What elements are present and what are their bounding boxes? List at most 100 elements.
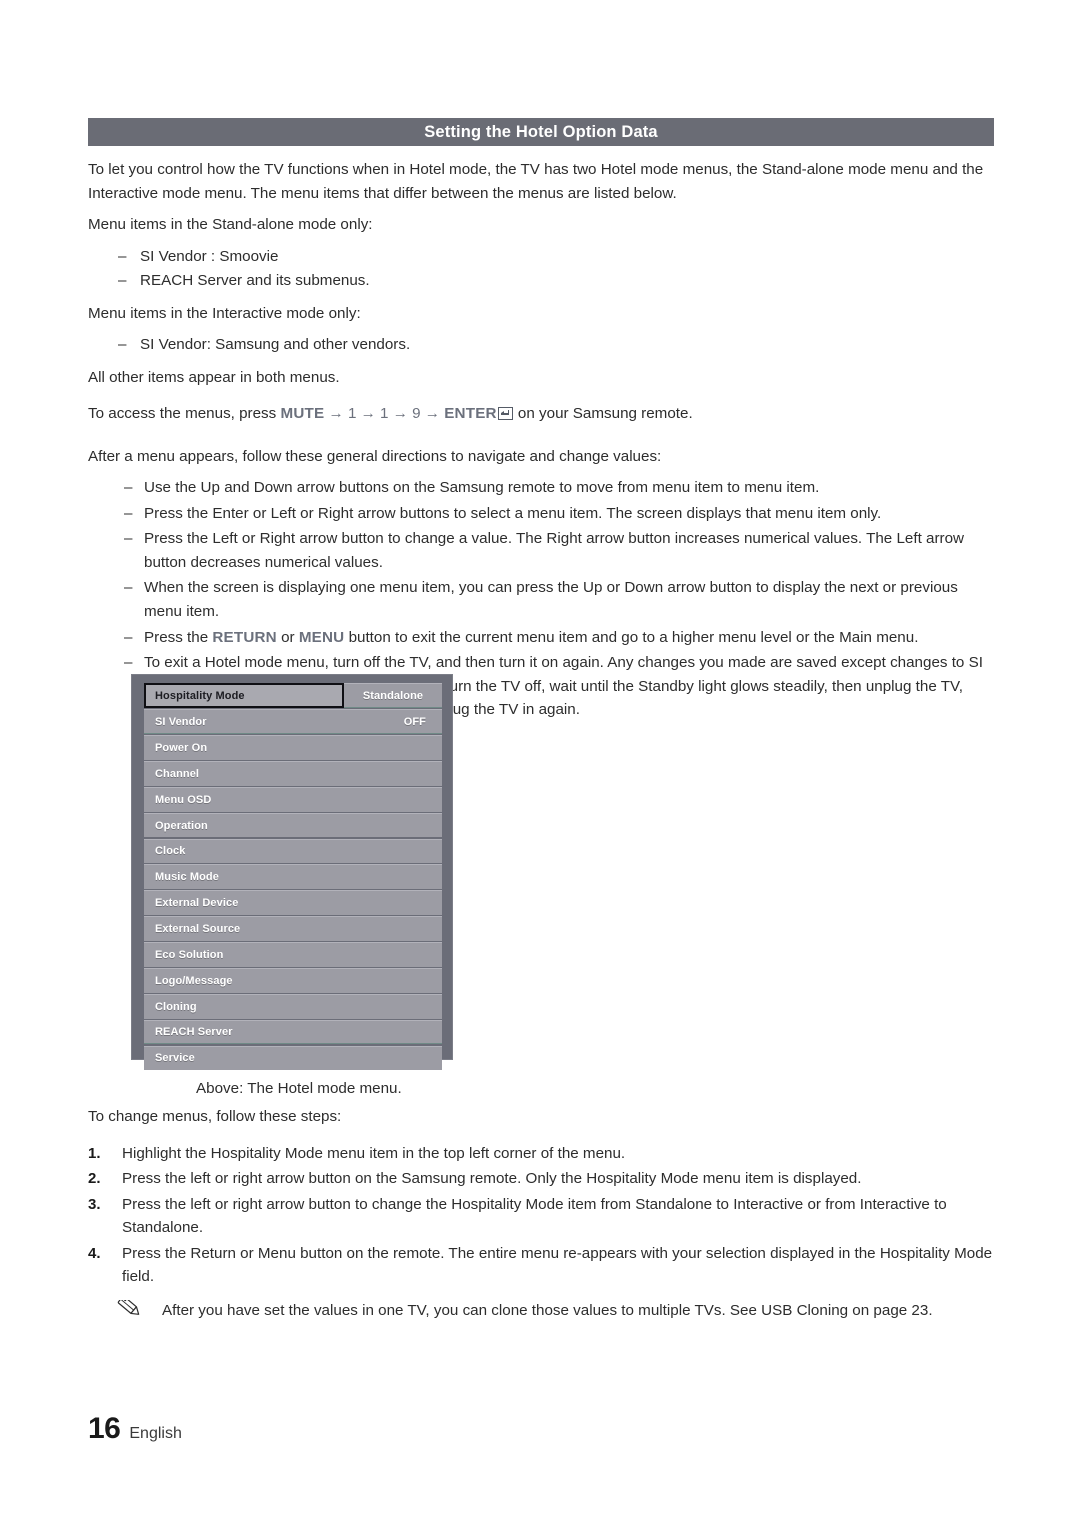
menu-row-service[interactable]: Service (144, 1045, 442, 1071)
menu-row-value: OFF (403, 715, 426, 728)
list-item-label: SI Vendor : Smoovie (140, 247, 279, 265)
menu-access-instruction: To access the menus, press MUTE → 1 → 1 … (88, 402, 994, 426)
list-item: – SI Vendor : Smoovie (114, 245, 994, 269)
page-number: 16 (88, 1412, 121, 1445)
steps-list: 1. Highlight the Hospitality Mode menu it… (88, 1142, 994, 1289)
enter-key-icon (497, 407, 513, 420)
list-item-label: REACH Server and its submenus. (140, 272, 370, 289)
list-item: 3. Press the left or right arrow button t… (88, 1193, 994, 1240)
list-item: 2. Press the left or right arrow button o… (88, 1167, 994, 1191)
menu-row-reach-server[interactable]: REACH Server (144, 1019, 442, 1045)
dash-icon: – (124, 504, 133, 522)
note-text: After you have set the values in one TV,… (162, 1301, 933, 1319)
menu-row-label: Service (155, 1052, 195, 1065)
steps-block: To change menus, follow these steps: 1. H… (88, 1105, 994, 1322)
arrow-icon: → (356, 405, 381, 422)
menu-row-operation[interactable]: Operation (144, 812, 442, 838)
step-number: 2. (88, 1170, 101, 1187)
menu-row-label: Operation (155, 819, 208, 832)
menu-row-label: External Source (155, 923, 241, 936)
step-text: Press the Return or Menu button on the r… (122, 1244, 993, 1286)
key-mute: MUTE (280, 405, 325, 422)
page-footer: 16 English (88, 1412, 182, 1446)
return-pre: Press the (144, 628, 213, 646)
access-prefix: To access the menus, press (88, 405, 281, 422)
menu-row-hospitality-mode[interactable]: Hospitality Mode Standalone (144, 683, 442, 708)
dash-icon: – (118, 272, 127, 289)
list-item: – Press the Enter or Left or Right arrow … (120, 502, 994, 526)
step-text: Highlight the Hospitality Mode menu item… (122, 1144, 626, 1162)
hospitality-mode-label: Hospitality Mode (155, 689, 245, 702)
dash-icon: – (124, 579, 133, 597)
steps-lead: To change menus, follow these steps: (88, 1108, 342, 1125)
list-item: – Press the Left or Right arrow button to… (120, 527, 994, 574)
list-item: – When the screen is displaying one menu … (120, 576, 994, 623)
step-number: 1. (88, 1144, 101, 1162)
list-item: – Use the Up and Down arrow buttons on th… (120, 476, 994, 500)
list-item: – REACH Server and its submenus. (114, 269, 994, 293)
menu-row-channel[interactable]: Channel (144, 760, 442, 786)
interactive-lead: Menu items in the Interactive mode only: (88, 304, 361, 322)
menu-row-menu-osd[interactable]: Menu OSD (144, 786, 442, 812)
menu-row-si-vendor[interactable]: SI Vendor OFF (144, 709, 442, 734)
arrow-icon: → (420, 405, 445, 422)
menu-row-eco-solution[interactable]: Eco Solution (144, 942, 442, 967)
menu-row-logo-message[interactable]: Logo/Message (144, 967, 442, 993)
arrow-icon: → (324, 405, 348, 422)
list-item-label: Use the Up and Down arrow buttons on the… (144, 479, 820, 496)
list-item: 1. Highlight the Hospitality Mode menu it… (88, 1142, 994, 1166)
list-item-label: Press the Enter or Left or Right arrow b… (144, 504, 882, 522)
dash-icon: – (124, 628, 133, 646)
menu-row-music-mode[interactable]: Music Mode (144, 864, 442, 890)
menu-row-external-source[interactable]: External Source (144, 916, 442, 941)
dash-icon: – (118, 336, 127, 353)
hospitality-mode-highlight-cell[interactable]: Hospitality Mode (144, 683, 344, 708)
interactive-item-list: – SI Vendor: Samsung and other vendors. (114, 333, 994, 357)
list-item: – SI Vendor: Samsung and other vendors. (114, 333, 994, 357)
menu-row-label: Power On (155, 741, 208, 754)
section-heading-bar: Setting the Hotel Option Data (88, 118, 994, 146)
menu-row-power-on[interactable]: Power On (144, 735, 442, 760)
step-text: Press the left or right arrow button on … (122, 1170, 862, 1187)
page-title: Setting the Hotel Option Data (424, 122, 658, 141)
list-item-label: SI Vendor: Samsung and other vendors. (140, 336, 411, 353)
list-item-return-menu: – Press the RETURN or MENU button to exit… (120, 626, 994, 650)
key-9: 9 (412, 405, 421, 422)
menu-row-label: Eco Solution (155, 948, 224, 961)
list-item-label: Press the Left or Right arrow button to … (144, 530, 964, 571)
note-row: After you have set the values in one TV,… (114, 1295, 994, 1323)
menu-row-label: Channel (155, 767, 200, 780)
hospitality-mode-value: Standalone (362, 689, 424, 702)
dash-icon: – (118, 247, 127, 265)
menu-row-clock[interactable]: Clock (144, 838, 442, 864)
key-return: RETURN (212, 628, 277, 646)
manual-page: Setting the Hotel Option Data To let you… (0, 0, 1080, 1534)
menu-row-label: Menu OSD (155, 793, 212, 806)
key-menu: MENU (298, 628, 345, 646)
menu-row-label: SI Vendor (155, 715, 207, 728)
hotel-mode-menu-graphic: Hospitality Mode Standalone SI Vendor OF… (131, 674, 453, 1071)
step-number: 3. (88, 1195, 101, 1213)
both-menus-note: All other items appear in both menus. (88, 368, 340, 386)
list-item: 4. Press the Return or Menu button on the… (88, 1242, 994, 1289)
page-content: To let you control how the TV functions … (88, 158, 994, 724)
hotel-menu-rows: Hospitality Mode Standalone SI Vendor OF… (144, 683, 442, 1071)
language-label: English (129, 1425, 182, 1442)
menu-row-label: Music Mode (155, 871, 219, 884)
hospitality-mode-value-cell[interactable]: Standalone (344, 683, 442, 708)
return-mid: or (276, 628, 299, 646)
menu-row-label: Cloning (155, 1000, 197, 1013)
navigation-lead: After a menu appears, follow these gener… (88, 447, 662, 465)
dash-icon: – (124, 530, 133, 548)
intro-paragraph: To let you control how the TV functions … (88, 161, 984, 202)
standalone-item-list: – SI Vendor : Smoovie – REACH Server and i… (114, 245, 994, 293)
dash-icon: – (124, 479, 133, 496)
menu-row-external-device[interactable]: External Device (144, 890, 442, 915)
menu-row-cloning[interactable]: Cloning (144, 993, 442, 1019)
list-item-label: When the screen is displaying one menu i… (144, 579, 958, 620)
menu-row-label: Logo/Message (155, 974, 233, 987)
step-text: Press the left or right arrow button to … (122, 1195, 947, 1237)
menu-row-label: Clock (155, 845, 186, 858)
menu-graphic-caption: Above: The Hotel mode menu. (196, 1080, 402, 1097)
access-suffix: on your Samsung remote. (513, 405, 693, 422)
